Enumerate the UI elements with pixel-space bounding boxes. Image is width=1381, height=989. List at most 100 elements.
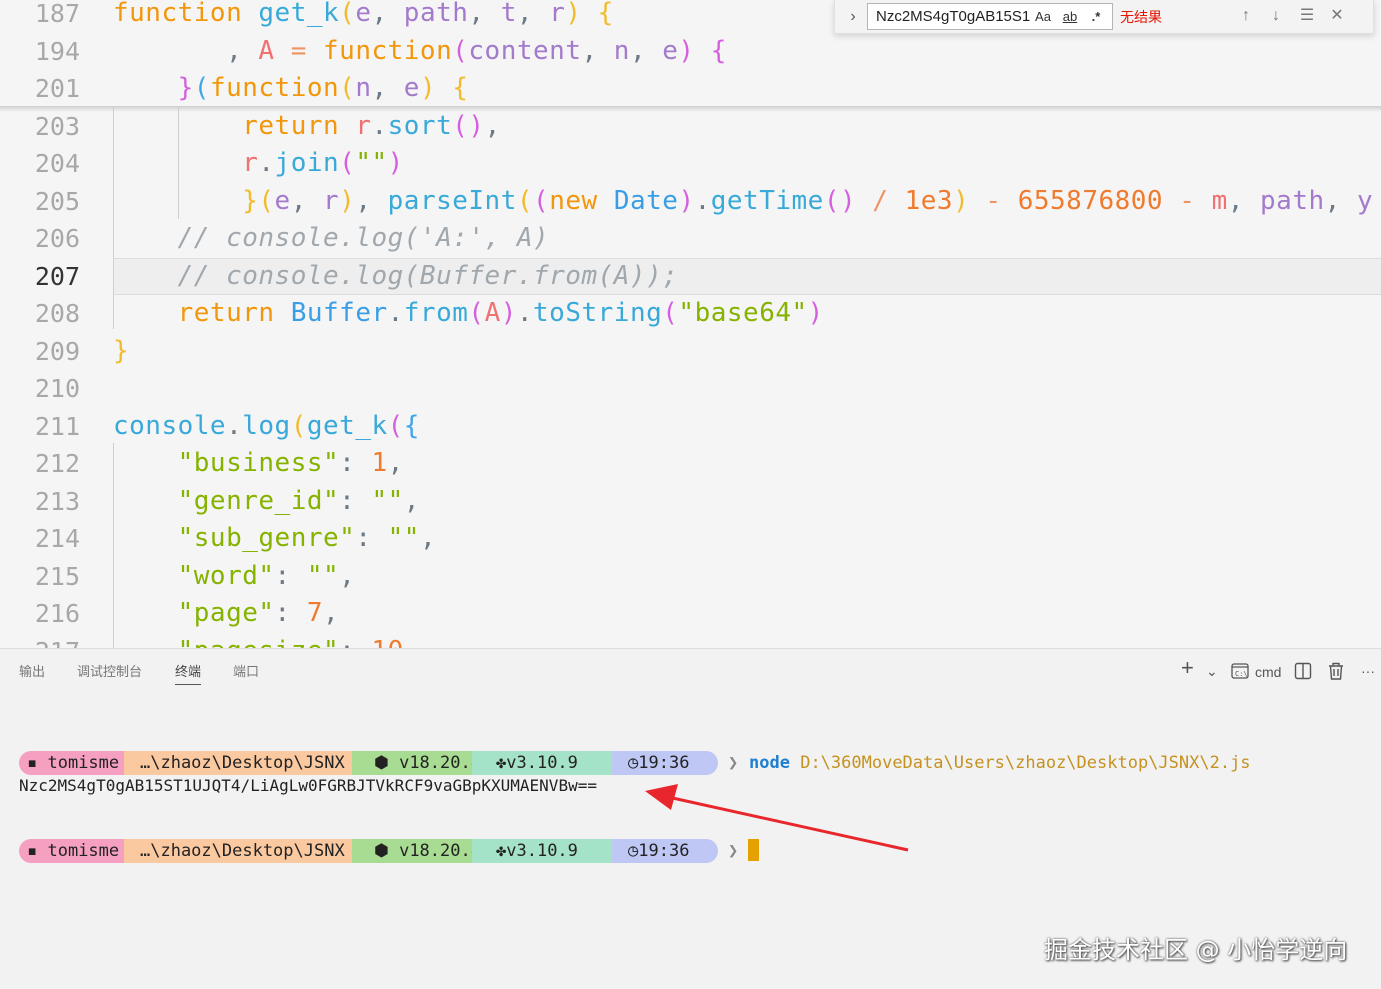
prompt-chevron-icon: ❯ [728, 753, 739, 773]
code-text: "word": "", [177, 560, 356, 591]
new-terminal-plus-icon[interactable]: + [1181, 657, 1194, 679]
tab-ports[interactable]: 端口 [233, 663, 259, 681]
code-line: 211 console.log(get_k({ [0, 408, 1381, 445]
code-text: }(e, r), parseInt((new Date).getTime() /… [242, 185, 1374, 216]
prompt-python-segment: ✤v3.10.9 [472, 751, 624, 775]
node-icon: ⬢ [374, 841, 400, 861]
code-line: 204 r.join("") [0, 145, 1381, 182]
clock-icon: ◷ [628, 753, 639, 773]
terminal-icon: C:\ [1231, 663, 1249, 685]
prompt-user-segment: ▪ tomisme [19, 751, 136, 775]
prompt-node-segment: ⬢ v18.20.8 [352, 751, 484, 775]
line-number: 206 [34, 224, 80, 253]
more-actions-icon[interactable]: ··· [1361, 661, 1375, 681]
line-number: 211 [34, 411, 80, 441]
tab-terminal[interactable]: 终端 [175, 663, 202, 685]
code-text: // console.log('A:', A) [177, 223, 550, 253]
code-text: } [113, 335, 130, 366]
prompt-time-segment: ◷19:36 [612, 839, 718, 863]
code-text: // console.log(Buffer.from(A)); [177, 260, 679, 291]
code-text: return r.sort(), [242, 110, 501, 141]
line-number: 212 [34, 449, 80, 478]
code-editor[interactable]: 187 function get_k(e, path, t, r) { 194 , … [0, 0, 1381, 648]
code-line: 215 "word": "", [0, 558, 1381, 595]
code-line: 217 "pagesize": 10 [0, 633, 1381, 649]
previous-match-icon[interactable]: ↑ [1235, 5, 1257, 27]
close-icon[interactable]: ✕ [1326, 5, 1348, 27]
line-number: 205 [34, 186, 80, 216]
line-number: 203 [34, 111, 80, 141]
code-text: }(function(n, e) { [177, 73, 469, 103]
toggle-replace-chevron-icon[interactable]: › [843, 6, 863, 28]
sticky-scroll-shadow [0, 106, 1381, 112]
next-match-icon[interactable]: ↓ [1265, 5, 1287, 27]
python-icon: ✤ [496, 753, 507, 773]
code-text: console.log(get_k({ [113, 410, 420, 441]
code-line: 206 // console.log('A:', A) [0, 220, 1381, 257]
prompt-user-segment: ▪ tomisme [19, 839, 136, 863]
python-icon: ✤ [496, 841, 507, 861]
svg-text:C:\: C:\ [1235, 670, 1248, 678]
code-text: "sub_genre": "", [177, 523, 437, 553]
code-text: "pagesize": 10 [113, 633, 404, 649]
code-line: 203 return r.sort(), [0, 108, 1381, 145]
tab-output[interactable]: 输出 [19, 663, 45, 681]
tab-debug-console[interactable]: 调试控制台 [77, 663, 142, 681]
prompt-path-segment: …\zhaoz\Desktop\JSNX [124, 839, 364, 863]
windows-icon: ▪ [27, 841, 48, 861]
code-line: 201 }(function(n, e) { [0, 70, 1381, 107]
find-widget: › Nzc2MS4gT0gAB15S1 Aa ab .* 无结果 ↑ ↓ ☰ ✕ [834, 0, 1374, 34]
split-terminal-icon[interactable] [1294, 662, 1312, 686]
code-text: , A = function(content, n, e) { [113, 35, 727, 66]
code-text: r.join("") [242, 148, 404, 178]
terminal-shell-label[interactable]: cmd [1255, 662, 1281, 682]
line-number: 216 [34, 599, 80, 628]
line-number: 209 [34, 336, 80, 366]
line-number: 214 [34, 524, 80, 553]
whole-word-button[interactable]: ab [1058, 6, 1082, 28]
line-number: 187 [34, 0, 80, 28]
code-line: 208 return Buffer.from(A).toString("base… [0, 295, 1381, 332]
code-line: 194 , A = function(content, n, e) { [0, 33, 1381, 70]
line-number: 215 [34, 561, 80, 591]
line-number: 210 [34, 374, 80, 403]
line-number: 201 [34, 74, 80, 103]
prompt-time-segment: ◷19:36 [612, 751, 718, 775]
code-text: return Buffer.from(A).toString("base64") [177, 298, 824, 328]
code-line: 210 [0, 370, 1381, 407]
line-number: 204 [34, 149, 80, 178]
find-result-status: 无结果 [1120, 9, 1162, 25]
prompt-path-segment: …\zhaoz\Desktop\JSNX [124, 751, 364, 775]
line-number: 194 [34, 36, 80, 66]
line-number: 208 [34, 299, 80, 328]
terminal-output: Nzc2MS4gT0gAB15ST1UJQT4/LiAgLw0FGRBJTVkR… [19, 776, 597, 795]
code-line: 213 "genre_id": "", [0, 483, 1381, 520]
regex-button[interactable]: .* [1086, 6, 1106, 28]
code-line: 214 "sub_genre": "", [0, 520, 1381, 557]
find-in-selection-icon[interactable]: ☰ [1296, 5, 1318, 27]
code-text: "business": 1, [177, 448, 404, 478]
code-line: 216 "page": 7, [0, 595, 1381, 632]
line-number: 213 [34, 486, 80, 516]
windows-icon: ▪ [27, 753, 48, 773]
code-line: 207 // console.log(Buffer.from(A)); [0, 258, 1381, 295]
match-case-button[interactable]: Aa [1031, 6, 1055, 28]
code-line: 205 }(e, r), parseInt((new Date).getTime… [0, 183, 1381, 220]
chevron-down-icon[interactable]: ⌄ [1206, 661, 1218, 681]
prompt-chevron-icon: ❯ [728, 841, 739, 861]
line-number: 217 [0, 633, 80, 649]
code-text: "genre_id": "", [177, 485, 420, 516]
line-number: 207 [34, 261, 80, 291]
terminal-cursor [748, 839, 759, 861]
code-line: 212 "business": 1, [0, 445, 1381, 482]
code-text: function get_k(e, path, t, r) { [113, 0, 614, 28]
code-line: 209} [0, 333, 1381, 370]
trash-icon[interactable] [1327, 661, 1345, 687]
node-icon: ⬢ [374, 753, 400, 773]
prompt-python-segment: ✤v3.10.9 [472, 839, 624, 863]
clock-icon: ◷ [628, 841, 639, 861]
terminal-command: node D:\360MoveData\Users\zhaoz\Desktop\… [749, 753, 1251, 773]
watermark: 掘金技术社区 @ 小怡学逆向 [1044, 936, 1348, 964]
code-text: "page": 7, [177, 598, 340, 628]
prompt-node-segment: ⬢ v18.20.8 [352, 839, 484, 863]
